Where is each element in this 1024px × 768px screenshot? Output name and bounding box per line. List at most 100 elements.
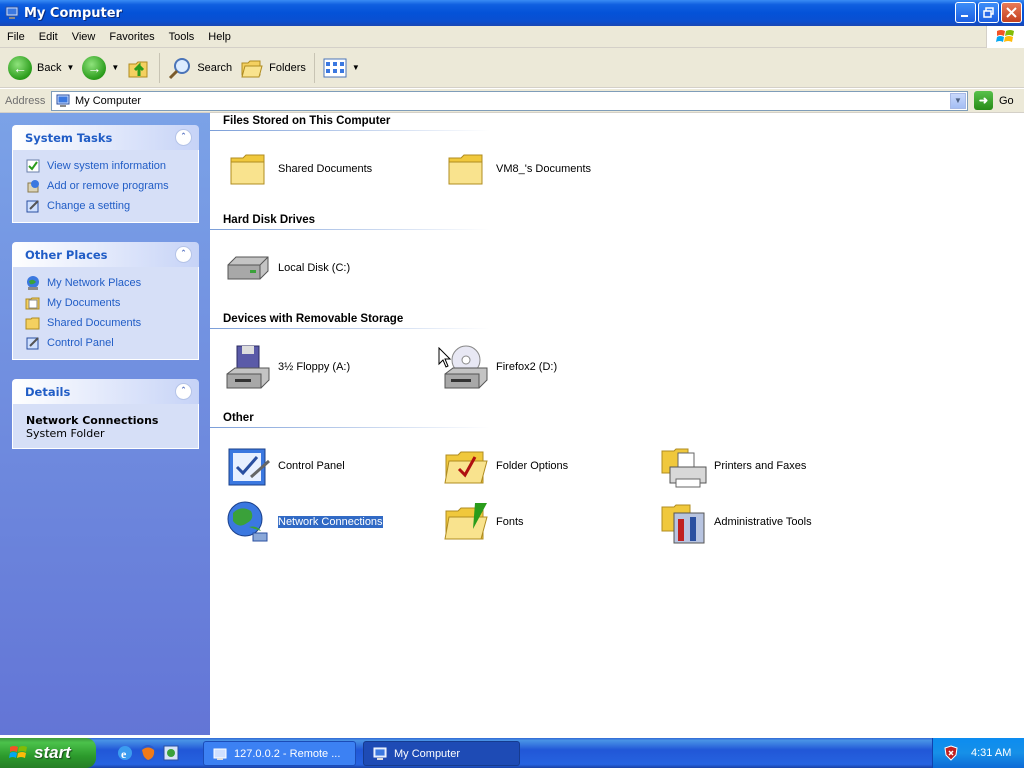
group-divider (210, 328, 490, 329)
link-label: View system information (47, 160, 167, 172)
details-header[interactable]: Details ˆ (12, 379, 199, 404)
group-divider (210, 427, 490, 428)
task-label: My Computer (394, 747, 461, 760)
shared-documents-link[interactable]: Shared Documents (25, 313, 198, 333)
collapse-chevron-icon[interactable]: ˆ (175, 129, 192, 146)
system-tasks-header[interactable]: System Tasks ˆ (12, 125, 199, 150)
item-label: Control Panel (278, 460, 345, 472)
minimize-button[interactable] (955, 2, 976, 23)
start-button[interactable]: start (0, 738, 96, 768)
media-player-icon[interactable] (162, 744, 180, 762)
back-dropdown-icon[interactable]: ▼ (66, 63, 74, 72)
up-folder-icon (128, 61, 148, 77)
details-item-type: System Folder (26, 427, 105, 440)
maximize-button[interactable] (978, 2, 999, 23)
printers-faxes-item[interactable]: Printers and Faxes (660, 442, 806, 490)
folders-button[interactable]: Folders (236, 51, 310, 85)
link-label: Control Panel (47, 337, 114, 349)
my-documents-link[interactable]: My Documents (25, 293, 198, 313)
address-input[interactable]: My Computer ▼ (51, 90, 968, 111)
item-label: Shared Documents (278, 163, 373, 175)
taskbar-item-my-computer[interactable]: My Computer (363, 741, 520, 766)
menu-favorites[interactable]: Favorites (102, 31, 161, 43)
user-documents-item[interactable]: VM8_'s Documents (442, 145, 591, 193)
network-connections-item[interactable]: Network Connections (224, 498, 384, 546)
administrative-tools-item[interactable]: Administrative Tools (660, 498, 812, 546)
search-label: Search (197, 61, 233, 74)
mouse-cursor-icon (438, 347, 452, 368)
shared-documents-item[interactable]: Shared Documents (224, 145, 372, 193)
group-header-hdd: Hard Disk Drives (223, 214, 316, 226)
my-network-places-link[interactable]: My Network Places (25, 273, 198, 293)
views-dropdown-icon[interactable]: ▼ (352, 63, 360, 72)
menu-edit[interactable]: Edit (32, 31, 65, 43)
change-setting-link[interactable]: Change a setting (25, 196, 198, 216)
menu-help[interactable]: Help (201, 31, 238, 43)
administrative-tools-icon (660, 498, 708, 546)
cd-drive-item[interactable]: Firefox2 (D:) (442, 343, 557, 391)
system-tasks-title: System Tasks (25, 130, 113, 145)
taskbar-item-remote[interactable]: 127.0.0.2 - Remote ... (203, 741, 356, 766)
address-dropdown-icon[interactable]: ▼ (950, 92, 966, 109)
details-title: Details (25, 384, 71, 399)
printer-icon (660, 442, 708, 490)
address-bar: Address My Computer ▼ ➜ Go (0, 89, 1024, 113)
clock[interactable]: 4:31 AM (971, 747, 1011, 759)
add-remove-icon (25, 178, 41, 194)
restore-icon (983, 7, 994, 18)
security-shield-icon[interactable] (943, 745, 959, 761)
add-remove-programs-link[interactable]: Add or remove programs (25, 176, 198, 196)
floppy-drive-icon (224, 343, 272, 391)
system-info-icon (25, 158, 41, 174)
taskbar: start e 127.0.0.2 - Remote ... My Comput… (0, 738, 1024, 768)
back-button[interactable]: ← Back ▼ (4, 51, 78, 85)
search-button[interactable]: Search (164, 51, 236, 85)
firefox-icon[interactable] (139, 744, 157, 762)
my-documents-icon (25, 295, 41, 311)
control-panel-link[interactable]: Control Panel (25, 333, 198, 353)
forward-button[interactable]: → ▼ (78, 51, 123, 85)
internet-explorer-icon[interactable]: e (116, 744, 134, 762)
local-disk-item[interactable]: Local Disk (C:) (224, 244, 350, 292)
folder-options-icon (442, 442, 490, 490)
hard-disk-icon (224, 244, 272, 292)
menu-file[interactable]: File (0, 31, 32, 43)
group-header-removable: Devices with Removable Storage (223, 313, 404, 325)
collapse-chevron-icon[interactable]: ˆ (175, 383, 192, 400)
control-panel-icon (25, 198, 41, 214)
menu-bar: File Edit View Favorites Tools Help (0, 26, 1024, 48)
folder-options-item[interactable]: Folder Options (442, 442, 568, 490)
toolbar-separator (313, 52, 315, 83)
view-system-info-link[interactable]: View system information (25, 156, 198, 176)
details-item-name: Network Connections (26, 414, 159, 427)
forward-dropdown-icon[interactable]: ▼ (111, 63, 119, 72)
close-button[interactable] (1001, 2, 1022, 23)
menu-view[interactable]: View (65, 31, 103, 43)
group-header-files: Files Stored on This Computer (223, 115, 391, 127)
my-computer-icon (373, 747, 387, 760)
item-label: Fonts (496, 516, 524, 528)
search-icon (169, 57, 191, 79)
folders-label: Folders (269, 61, 306, 74)
windows-logo-icon (986, 26, 1024, 48)
go-arrow-icon: ➜ (974, 91, 993, 110)
other-places-panel: Other Places ˆ My Network Places My Docu… (12, 242, 199, 360)
floppy-drive-item[interactable]: 3½ Floppy (A:) (224, 343, 350, 391)
fonts-item[interactable]: Fonts (442, 498, 524, 546)
start-label: start (34, 743, 71, 762)
other-places-header[interactable]: Other Places ˆ (12, 242, 199, 267)
minimize-icon (961, 15, 968, 17)
task-label: 127.0.0.2 - Remote ... (234, 747, 341, 760)
folder-icon (224, 145, 272, 193)
title-bar[interactable]: My Computer (0, 0, 1024, 26)
collapse-chevron-icon[interactable]: ˆ (175, 246, 192, 263)
views-button[interactable]: ▼ (319, 51, 364, 85)
go-button[interactable]: ➜ Go (974, 91, 1014, 110)
menu-tools[interactable]: Tools (162, 31, 202, 43)
system-tray: 4:31 AM (932, 738, 1024, 768)
up-folder-button[interactable] (123, 51, 155, 85)
item-label: Printers and Faxes (714, 460, 807, 472)
my-computer-icon (5, 6, 19, 19)
control-panel-item[interactable]: Control Panel (224, 442, 345, 490)
item-label: VM8_'s Documents (496, 163, 592, 175)
